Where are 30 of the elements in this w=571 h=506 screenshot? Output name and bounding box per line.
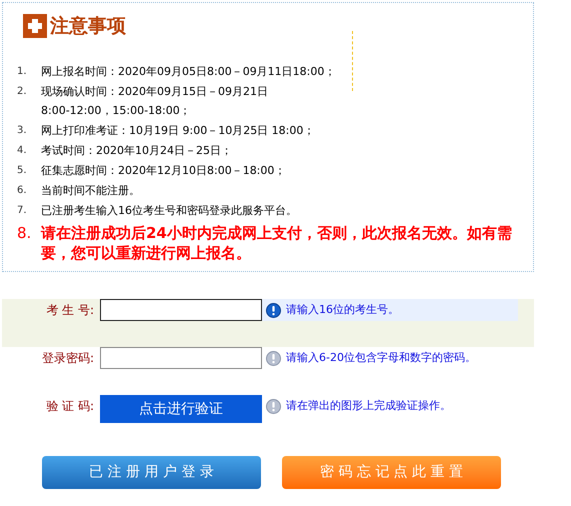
field-label: 登录密码:	[40, 350, 95, 367]
list-number: 4.	[17, 144, 28, 158]
list-number: 5.	[17, 164, 28, 178]
input-field[interactable]	[100, 347, 262, 369]
notice-text: 8:00-12:00，15:00-18:00；	[41, 103, 192, 118]
notice-text: 网上报名时间：2020年09月05日8:00－09月11日18:00；	[41, 64, 336, 79]
verify-button[interactable]: 点击进行验证	[100, 395, 262, 423]
list-number: 3.	[17, 124, 28, 138]
list-number: 8.	[17, 223, 32, 244]
list-number: 2.	[17, 85, 28, 99]
hint-text: 请输入16位的考生号。	[286, 302, 399, 318]
notice-text: 现场确认时间：2020年09月15日－09月21日	[41, 84, 268, 99]
field-label: 验 证 码:	[45, 398, 95, 415]
field-label: 考 生 号:	[45, 302, 95, 319]
notice-text: 已注册考生输入16位考生号和密码登录此服务平台。	[41, 203, 297, 218]
notice-text: 当前时间不能注册。	[41, 183, 140, 198]
hint-text: 请在弹出的图形上完成验证操作。	[286, 398, 451, 414]
notice-text: 征集志愿时间：2020年12月10日8:00－18:00；	[41, 163, 286, 178]
plus-icon	[23, 14, 47, 38]
notice-text: 请在注册成功后24小时内完成网上支付，否则，此次报名无效。如有需要，您可以重新进行网上报名。	[41, 223, 513, 263]
notice-title: 注意事项	[50, 16, 126, 36]
input-field[interactable]	[100, 299, 262, 321]
hint-text: 请输入6-20位包含字母和数字的密码。	[286, 350, 476, 366]
notice-text: 网上打印准考证：10月19日 9:00－10月25日 18:00；	[41, 123, 314, 138]
list-number: 6.	[17, 184, 28, 198]
reset-button[interactable]: 密 码 忘 记 点 此 重 置	[282, 456, 501, 489]
notice-text: 考试时间：2020年10月24日－25日；	[41, 143, 232, 158]
list-number: 1.	[17, 65, 28, 79]
login-button[interactable]: 已 注 册 用 户 登 录	[42, 456, 261, 489]
list-number: 7.	[17, 204, 28, 218]
